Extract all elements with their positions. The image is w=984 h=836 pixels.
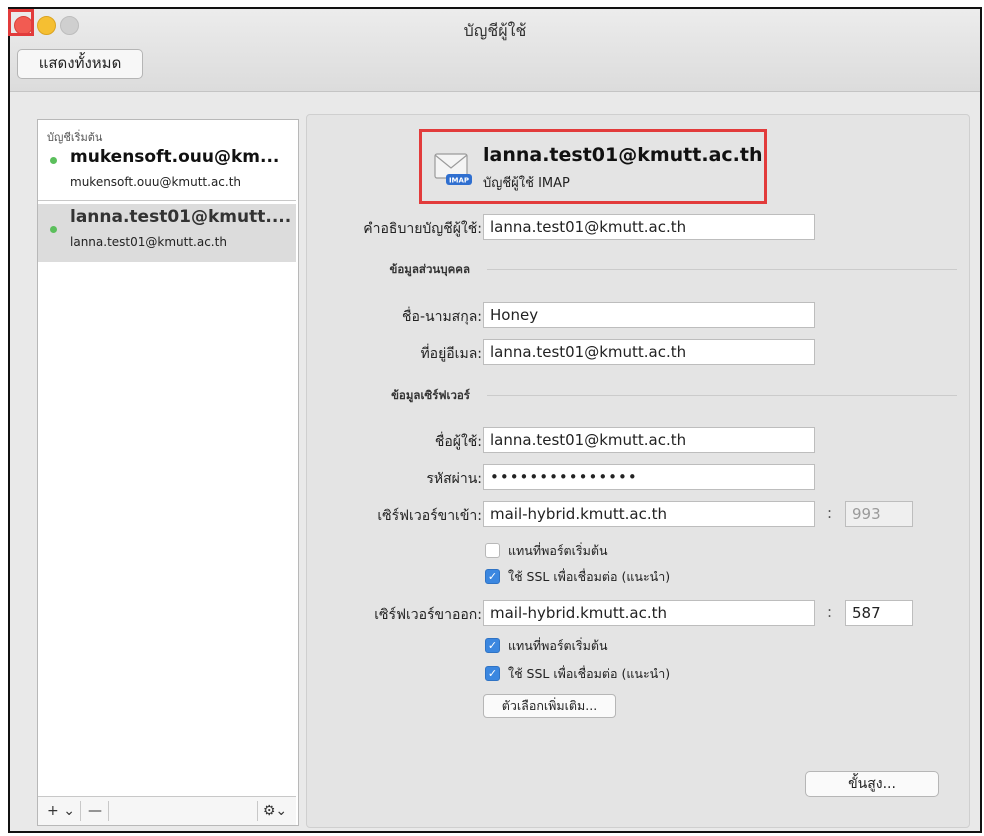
account-name: lanna.test01@kmutt.... — [70, 207, 292, 227]
password-field[interactable]: ••••••••••••••• — [483, 464, 815, 490]
incoming-server-field[interactable]: mail-hybrid.kmutt.ac.th — [483, 501, 815, 527]
window-title: บัญชีผู้ใช้ — [463, 21, 527, 40]
section-divider — [487, 269, 957, 270]
checkbox-label: ใช้ SSL เพื่อเชื่อมต่อ (แนะนำ) — [508, 666, 671, 681]
account-name: mukensoft.ouu@km... — [70, 147, 280, 167]
username-field[interactable]: lanna.test01@kmutt.ac.th — [483, 427, 815, 453]
full-name-label: ชื่อ-นามสกุล: — [402, 309, 482, 325]
section-divider — [487, 395, 957, 396]
advanced-button[interactable]: ขั้นสูง... — [805, 771, 939, 797]
outgoing-override-port-checkbox[interactable]: ✓ แทนที่พอร์ตเริ่มต้น — [485, 636, 608, 654]
incoming-port-field: 993 — [845, 501, 913, 527]
online-status-icon — [50, 226, 57, 233]
incoming-ssl-checkbox[interactable]: ✓ ใช้ SSL เพื่อเชื่อมต่อ (แนะนำ) — [485, 567, 670, 585]
checkbox-label: แทนที่พอร์ตเริ่มต้น — [508, 638, 608, 653]
show-all-button[interactable]: แสดงทั้งหมด — [17, 49, 143, 79]
sidebar-item-account-selected[interactable]: lanna.test01@kmutt.... lanna.test01@kmut… — [38, 204, 296, 262]
email-address-label: ที่อยู่อีเมล: — [420, 346, 482, 362]
add-account-button[interactable]: + ⌄ — [42, 801, 81, 821]
checkbox-checked-icon: ✓ — [485, 666, 500, 681]
port-separator: : — [827, 603, 833, 621]
accounts-window: บัญชีผู้ใช้ แสดงทั้งหมด บัญชีเริ่มต้น mu… — [8, 7, 982, 833]
account-type: บัญชีผู้ใช้ IMAP — [483, 176, 570, 191]
description-label: คำอธิบายบัญชีผู้ใช้: — [363, 221, 482, 237]
outgoing-server-label: เซิร์ฟเวอร์ขาออก: — [374, 607, 482, 623]
sidebar-footer: + ⌄ — ⚙⌄ — [38, 796, 296, 825]
imap-mail-icon: IMAP — [434, 153, 472, 185]
description-field[interactable]: lanna.test01@kmutt.ac.th — [483, 214, 815, 240]
title-bar: บัญชีผู้ใช้ แสดงทั้งหมด — [8, 9, 980, 92]
sidebar-item-account[interactable]: mukensoft.ouu@km... mukensoft.ouu@kmutt.… — [38, 144, 296, 201]
checkbox-label: แทนที่พอร์ตเริ่มต้น — [508, 543, 608, 558]
imap-badge-text: IMAP — [449, 177, 469, 185]
port-separator: : — [827, 504, 833, 522]
account-email: mukensoft.ouu@kmutt.ac.th — [70, 175, 242, 189]
personal-info-heading: ข้อมูลส่วนบุคคล — [389, 262, 470, 276]
full-name-field[interactable]: Honey — [483, 302, 815, 328]
incoming-override-port-checkbox[interactable]: แทนที่พอร์ตเริ่มต้น — [485, 541, 608, 559]
username-label: ชื่อผู้ใช้: — [434, 434, 482, 450]
outgoing-server-field[interactable]: mail-hybrid.kmutt.ac.th — [483, 600, 815, 626]
outgoing-ssl-checkbox[interactable]: ✓ ใช้ SSL เพื่อเชื่อมต่อ (แนะนำ) — [485, 664, 670, 682]
checkbox-checked-icon: ✓ — [485, 638, 500, 653]
account-email: lanna.test01@kmutt.ac.th — [70, 235, 227, 249]
server-info-heading: ข้อมูลเซิร์ฟเวอร์ — [391, 388, 470, 402]
checkbox-checked-icon: ✓ — [485, 569, 500, 584]
email-address-field[interactable]: lanna.test01@kmutt.ac.th — [483, 339, 815, 365]
checkbox-unchecked-icon — [485, 543, 500, 558]
outgoing-port-field[interactable]: 587 — [845, 600, 913, 626]
remove-account-button[interactable]: — — [82, 801, 109, 821]
password-label: รหัสผ่าน: — [426, 471, 482, 487]
accounts-sidebar: บัญชีเริ่มต้น mukensoft.ouu@km... mukens… — [37, 119, 299, 826]
more-options-button[interactable]: ตัวเลือกเพิ่มเติม... — [483, 694, 616, 718]
incoming-server-label: เซิร์ฟเวอร์ขาเข้า: — [377, 508, 482, 524]
gear-icon[interactable]: ⚙⌄ — [257, 801, 292, 821]
account-detail-panel: IMAP lanna.test01@kmutt.ac.th บัญชีผู้ใช… — [306, 114, 970, 828]
online-status-icon — [50, 157, 57, 164]
account-header-email: lanna.test01@kmutt.ac.th — [483, 144, 763, 166]
checkbox-label: ใช้ SSL เพื่อเชื่อมต่อ (แนะนำ) — [508, 569, 671, 584]
